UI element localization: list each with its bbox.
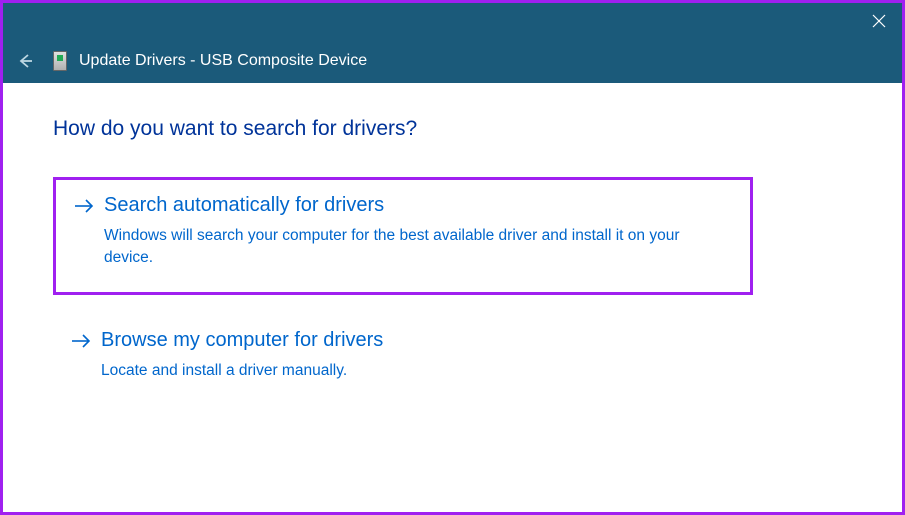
option-title: Search automatically for drivers <box>104 194 384 217</box>
close-icon <box>872 14 886 28</box>
titlebar <box>3 3 902 39</box>
option-header: Browse my computer for drivers <box>71 329 735 352</box>
close-button[interactable] <box>856 3 902 39</box>
header-bar: Update Drivers - USB Composite Device <box>3 39 902 83</box>
option-header: Search automatically for drivers <box>74 194 732 217</box>
arrow-right-icon <box>74 198 94 214</box>
option-description: Locate and install a driver manually. <box>101 360 701 382</box>
back-arrow-icon <box>16 52 34 70</box>
header-title: Update Drivers - USB Composite Device <box>79 52 367 70</box>
back-button[interactable] <box>11 47 39 75</box>
option-browse-computer[interactable]: Browse my computer for drivers Locate an… <box>53 315 753 406</box>
option-search-automatically[interactable]: Search automatically for drivers Windows… <box>53 177 753 295</box>
option-description: Windows will search your computer for th… <box>104 225 704 268</box>
device-icon <box>53 51 67 71</box>
content-area: How do you want to search for drivers? S… <box>3 83 902 446</box>
arrow-right-icon <box>71 333 91 349</box>
question-heading: How do you want to search for drivers? <box>53 117 852 141</box>
option-title: Browse my computer for drivers <box>101 329 383 352</box>
